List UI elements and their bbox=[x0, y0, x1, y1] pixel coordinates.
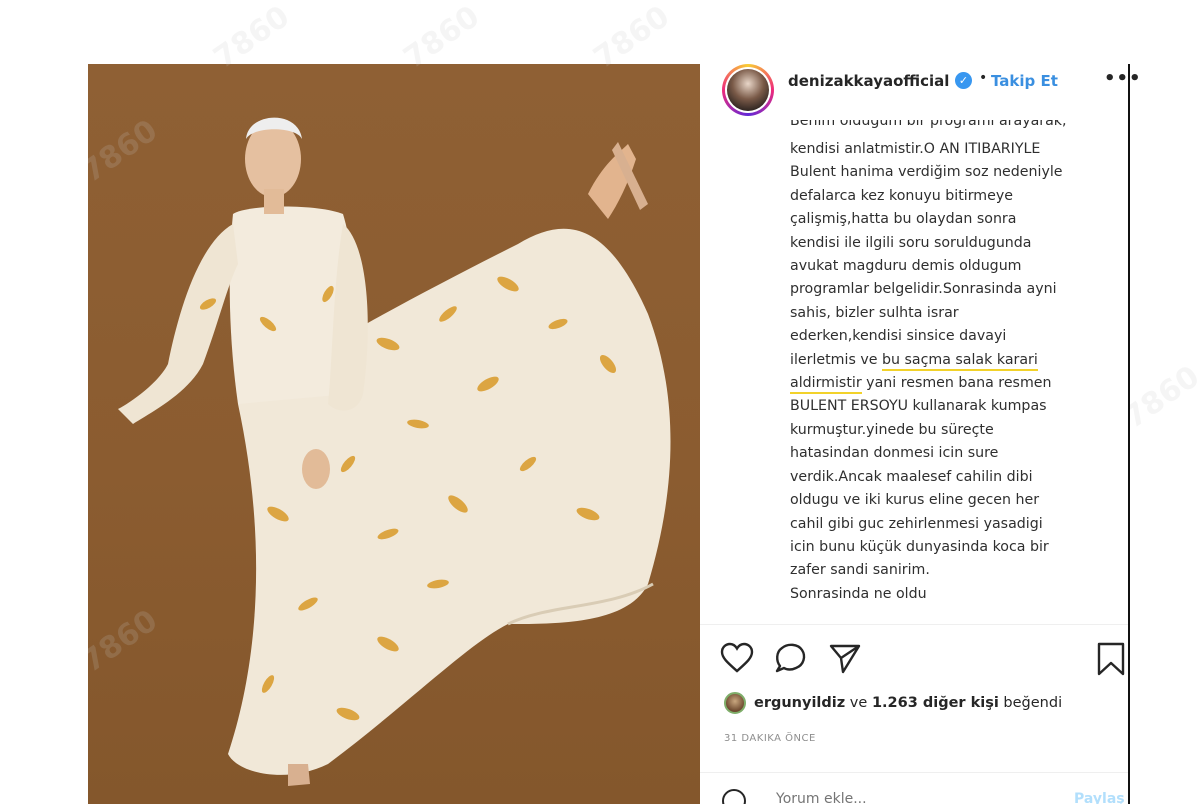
share-icon[interactable] bbox=[828, 642, 862, 674]
follow-button[interactable]: Takip Et bbox=[991, 72, 1058, 90]
caption-line: Benim oldugum bir programi arayarak, bbox=[790, 120, 1067, 129]
caption-line: kurmuştur.yinede bu süreçte bbox=[790, 421, 994, 438]
avatar[interactable] bbox=[724, 692, 746, 714]
divider bbox=[700, 624, 1128, 625]
photo-figure bbox=[118, 117, 671, 786]
likes-row: ergunyildiz ve 1.263 diğer kişi beğendi bbox=[724, 690, 1062, 716]
caption-line: Sonrasinda ne oldu bbox=[790, 585, 927, 602]
emoji-icon[interactable] bbox=[722, 789, 746, 804]
highlighted-text: aldirmistir bbox=[790, 375, 862, 395]
liker-username[interactable]: ergunyildiz bbox=[754, 695, 845, 711]
caption-line: sahis, bizler sulhta israr bbox=[790, 304, 959, 321]
comment-bar: Paylaş bbox=[700, 772, 1128, 804]
caption-line: programlar belgelidir.Sonrasinda ayni bbox=[790, 281, 1057, 298]
separator: • bbox=[979, 70, 988, 86]
caption-line: zafer sandi sanirim. bbox=[790, 562, 930, 579]
heart-icon[interactable] bbox=[720, 642, 754, 674]
caption-line: icin bunu küçük dunyasinda koca bir bbox=[790, 538, 1049, 555]
caption-line: çalişmiş,hatta bu olaydan sonra bbox=[790, 211, 1017, 228]
post-caption: Benim oldugum bir programi arayarak, ken… bbox=[790, 120, 1090, 620]
caption-line: oldugu ve iki kurus eline gecen her bbox=[790, 492, 1040, 509]
caption-line: hatasindan donmesi icin sure bbox=[790, 445, 999, 462]
post-timestamp[interactable]: 31 DAKIKA ÖNCE bbox=[724, 733, 816, 744]
caption-line: kendisi anlatmistir.O AN ITIBARIYLE bbox=[790, 141, 1041, 157]
verified-badge-icon: ✓ bbox=[955, 72, 972, 89]
caption-line: Bulent hanima verdiğim soz nedeniyle bbox=[790, 164, 1063, 181]
bookmark-icon[interactable] bbox=[1096, 642, 1126, 676]
caption-line: aldirmistir yani resmen bana resmen bbox=[790, 372, 1090, 395]
caption-line: verdik.Ancak maalesef cahilin dibi bbox=[790, 468, 1033, 485]
avatar[interactable] bbox=[722, 64, 774, 116]
post-comment-button[interactable]: Paylaş bbox=[1074, 791, 1125, 804]
username[interactable]: denizakkayaofficial bbox=[788, 72, 949, 90]
caption-line: BULENT ERSOYU kullanarak kumpas bbox=[790, 398, 1047, 415]
caption-line: ilerletmis ve bu saçma salak karari bbox=[790, 349, 1090, 372]
likes-text[interactable]: ergunyildiz ve 1.263 diğer kişi beğendi bbox=[754, 695, 1062, 711]
highlighted-text: bu saçma salak karari bbox=[881, 351, 1038, 371]
more-options-icon[interactable]: ••• bbox=[1104, 68, 1142, 89]
caption-line: defalarca kez konuyu bitirmeye bbox=[790, 187, 1013, 204]
comment-icon[interactable] bbox=[774, 642, 808, 674]
likes-count[interactable]: 1.263 diğer kişi bbox=[872, 695, 999, 711]
caption-line: cahil gibi guc zehirlenmesi yasadigi bbox=[790, 515, 1043, 532]
caption-line: avukat magduru demis oldugum bbox=[790, 258, 1022, 275]
caption-line: kendisi ile ilgili soru soruldugunda bbox=[790, 234, 1032, 251]
comment-input[interactable] bbox=[776, 791, 1056, 804]
post-photo[interactable]: 7860 7860 bbox=[88, 64, 700, 804]
action-bar bbox=[720, 642, 1125, 678]
post-panel: denizakkayaofficial ✓ • Takip Et ••• Ben… bbox=[700, 64, 1141, 804]
caption-line: ederken,kendisi sinsice davayi bbox=[790, 328, 1007, 345]
